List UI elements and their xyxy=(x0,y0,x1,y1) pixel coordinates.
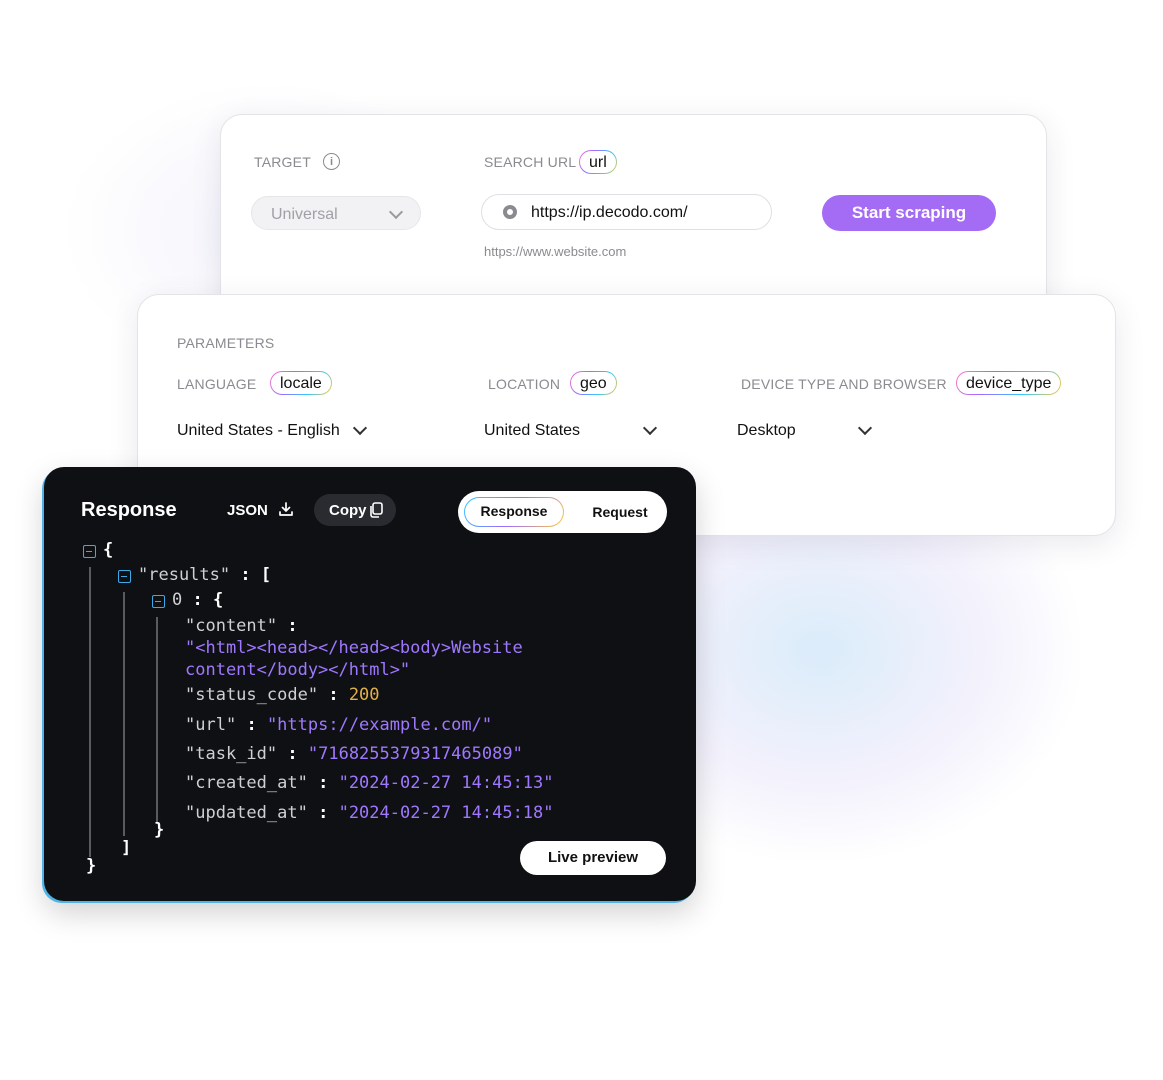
response-panel: Response JSON Copy Response Request { "r… xyxy=(44,467,696,901)
chevron-down-icon xyxy=(352,420,368,436)
tree-guide-line xyxy=(156,617,158,822)
created-key: "created_at" xyxy=(185,773,308,793)
geo-tag: geo xyxy=(570,371,617,395)
parameters-title: PARAMETERS xyxy=(177,335,275,351)
code-bracket: ] xyxy=(121,838,132,858)
updated-key: "updated_at" xyxy=(185,803,308,823)
device-label: DEVICE TYPE AND BROWSER xyxy=(741,376,947,392)
task-key: "task_id" xyxy=(185,744,278,764)
chevron-down-icon xyxy=(642,420,658,436)
location-dropdown[interactable]: United States xyxy=(484,420,664,444)
content-key: "content" xyxy=(185,616,278,636)
search-url-value: https://ip.decodo.com/ xyxy=(531,204,688,221)
download-icon[interactable] xyxy=(278,501,294,517)
code-line: "content" : xyxy=(185,616,298,636)
locale-tag: locale xyxy=(270,371,332,395)
language-label: LANGUAGE xyxy=(177,376,257,392)
updated-value: "2024-02-27 14:45:18" xyxy=(338,803,554,823)
created-value: "2024-02-27 14:45:13" xyxy=(338,773,554,793)
target-label: TARGET xyxy=(254,154,311,170)
tab-request[interactable]: Request xyxy=(578,497,662,527)
device-type-tag: device_type xyxy=(956,371,1061,395)
task-value: "7168255379317465089" xyxy=(307,744,523,764)
url-key: "url" xyxy=(185,715,237,735)
collapse-icon[interactable] xyxy=(152,595,165,608)
code-line: "task_id" : "7168255379317465089" xyxy=(185,744,523,764)
code-brace: } xyxy=(86,856,97,876)
language-dropdown[interactable]: United States - English xyxy=(177,420,377,444)
results-key: "results" xyxy=(138,565,231,585)
device-dropdown[interactable]: Desktop xyxy=(737,420,877,444)
code-line: "created_at" : "2024-02-27 14:45:13" xyxy=(185,773,554,793)
content-value-line2: content</body></html>" xyxy=(185,660,411,680)
target-select[interactable]: Universal xyxy=(251,196,421,230)
code-line: "status_code" : 200 xyxy=(185,685,380,705)
start-scraping-button[interactable]: Start scraping xyxy=(822,195,996,231)
search-url-input[interactable]: https://ip.decodo.com/ xyxy=(481,194,772,230)
search-url-hint: https://www.website.com xyxy=(484,244,627,259)
chevron-down-icon xyxy=(857,420,873,436)
response-request-toggle: Response Request xyxy=(458,491,667,533)
code-line: "updated_at" : "2024-02-27 14:45:18" xyxy=(185,803,554,823)
code-line: "url" : "https://example.com/" xyxy=(185,715,493,735)
json-download-button[interactable]: JSON xyxy=(227,502,268,519)
code-line: "results" : [ xyxy=(138,565,272,585)
url-tag: url xyxy=(579,150,617,174)
content-value-line1: "<html><head></head><body>Website xyxy=(185,638,523,658)
chevron-down-icon xyxy=(388,204,404,220)
device-value: Desktop xyxy=(737,422,796,439)
language-value: United States - English xyxy=(177,422,340,439)
response-title: Response xyxy=(81,499,177,521)
status-key: "status_code" xyxy=(185,685,319,705)
status-value: 200 xyxy=(348,685,380,705)
search-url-label: SEARCH URL xyxy=(484,154,577,170)
index-key: 0 xyxy=(172,590,183,610)
collapse-icon[interactable] xyxy=(83,545,96,558)
tree-guide-line xyxy=(123,592,125,836)
location-value: United States xyxy=(484,422,581,439)
target-select-value: Universal xyxy=(271,206,338,223)
url-value: "https://example.com/" xyxy=(266,715,493,735)
location-label: LOCATION xyxy=(488,376,561,392)
code-line: 0 : { xyxy=(172,590,224,610)
tree-guide-line xyxy=(89,567,91,857)
info-icon[interactable]: i xyxy=(323,153,340,170)
copy-icon xyxy=(370,502,383,518)
live-preview-button[interactable]: Live preview xyxy=(520,841,666,875)
tab-response[interactable]: Response xyxy=(464,497,564,527)
code-brace: { xyxy=(103,540,114,560)
globe-icon xyxy=(503,205,517,219)
copy-button[interactable]: Copy xyxy=(314,494,396,526)
copy-label: Copy xyxy=(329,502,367,519)
collapse-icon[interactable] xyxy=(118,570,131,583)
code-brace: } xyxy=(154,820,165,840)
